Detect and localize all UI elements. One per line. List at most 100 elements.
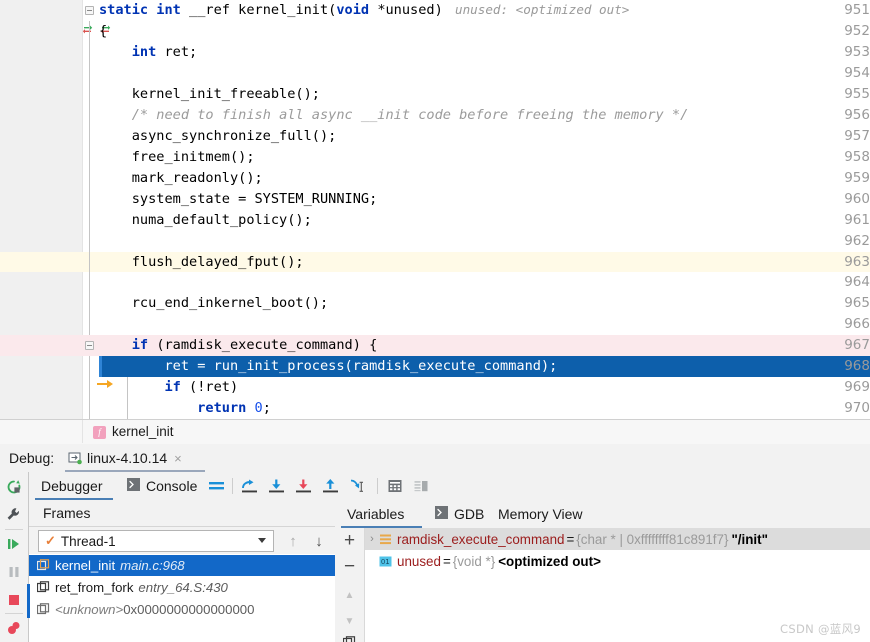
fold-region-line [89,83,90,105]
tab-memory-view[interactable]: Memory View [498,500,583,528]
debug-session-tab[interactable]: linux-4.10.14 × [68,444,182,472]
frame-row-unknown[interactable]: <unknown> 0x0000000000000000 [29,599,335,620]
frame-down-button[interactable]: ↓ [310,531,328,551]
breadcrumb[interactable]: f kernel_init [0,420,870,445]
add-watch-button[interactable]: + [335,528,364,554]
debug-session-name: linux-4.10.14 [87,450,168,466]
frame-row-kernel-init[interactable]: kernel_init main.c:968 [29,555,335,576]
force-step-into-icon[interactable] [293,472,315,500]
layout-settings-icon[interactable] [205,472,227,500]
code-line-952[interactable]: 952 { [0,20,870,42]
thread-dropdown[interactable]: ✓ Thread-1 [38,530,274,552]
line-number: 956 [844,106,870,123]
code-line-968[interactable]: 968 ret = run_init_process(ramdisk_execu… [0,356,870,389]
code-line-955[interactable]: 955 kernel_init_freeable(); [0,83,870,105]
variables-tabstrip[interactable]: Variables GDB Memory View [335,500,870,529]
chevron-right-icon[interactable]: › [365,533,379,545]
code-line-953[interactable]: 953 int ret; [0,41,870,63]
code-text: system_state = SYSTEM_RUNNING; [99,190,378,207]
frames-selection-marker [27,584,30,618]
line-number: 970 [844,400,870,417]
close-icon[interactable]: × [174,451,182,466]
triangle-down-icon: ▼ [344,615,355,627]
variable-name: unused [397,553,441,569]
move-up-button[interactable]: ▲ [335,582,364,608]
view-breakpoints-icon[interactable] [0,614,28,642]
minus-icon: − [343,556,356,577]
debugger-panel: Debugger Console Frames ✓ Thread-1 ↑ ↓ k… [29,472,870,642]
step-into-icon[interactable] [266,472,288,500]
settings-wrench-icon[interactable] [0,501,28,529]
resume-program-icon[interactable] [0,530,28,558]
code-lines[interactable]: 951 static int __ref kernel_init(void *u… [0,0,870,420]
variable-name: ramdisk_execute_command [397,531,565,547]
code-text: mark_readonly(); [99,169,263,186]
pause-program-icon[interactable] [0,558,28,586]
console-icon [127,478,140,494]
plus-icon: + [343,530,356,551]
code-line-956[interactable]: 956 /* need to finish all async __init c… [0,104,870,126]
code-line-963[interactable]: 963 flush_delayed_fput(); [0,251,870,273]
variable-type: {void *} [452,553,496,569]
breadcrumb-item-kernel-init[interactable]: f kernel_init [93,420,174,444]
code-line-954[interactable]: 954 [0,62,870,84]
code-line-967[interactable]: 967 if (ramdisk_execute_command) { [0,335,870,370]
fold-collapse-icon[interactable] [85,6,94,15]
frames-list[interactable]: kernel_init main.c:968 ret_from_fork ent… [29,555,335,642]
code-line-959[interactable]: 959 mark_readonly(); [0,167,870,189]
frame-row-ret-from-fork[interactable]: ret_from_fork entry_64.S:430 [29,577,335,598]
fold-collapse-icon[interactable] [85,341,94,351]
remove-watch-button[interactable]: − [335,554,364,580]
code-line-951[interactable]: 951 static int __ref kernel_init(void *u… [0,0,870,34]
code-line-958[interactable]: 958 free_initmem(); [0,146,870,168]
tab-variables[interactable]: Variables [347,500,404,528]
variable-row-ramdisk-execute-command[interactable]: › ramdisk_execute_command = {char * | 0x… [365,528,870,550]
code-line-969[interactable]: 969 if (!ret) [0,377,870,399]
copy-frame-button[interactable] [335,632,364,642]
fold-region-line [89,272,90,294]
code-editor[interactable]: 951 static int __ref kernel_init(void *u… [0,0,870,420]
variable-value: <optimized out> [498,553,601,569]
code-line-964[interactable]: 964 [0,272,870,294]
code-line-962[interactable]: 962 [0,230,870,252]
frame-location: entry_64.S:430 [138,580,228,595]
variable-row-unused[interactable]: 01 unused = {void *} <optimized out> [365,550,870,572]
svg-text:01: 01 [381,558,390,566]
code-text: if (!ret) [164,379,239,396]
code-line-966[interactable]: 966 [0,314,870,336]
debug-actions-toolbar[interactable] [0,472,29,642]
chevron-down-icon[interactable] [258,538,266,543]
code-line-960[interactable]: 960 system_state = SYSTEM_RUNNING; [0,188,870,210]
thread-selector-row: ✓ Thread-1 ↑ ↓ [29,527,335,554]
frame-name: <unknown> [55,602,124,617]
evaluate-expression-icon[interactable] [384,472,406,500]
stack-frame-icon [36,559,50,572]
code-line-961[interactable]: 961 numa_default_policy(); [0,209,870,231]
debugger-tabstrip[interactable]: Debugger Console [29,472,870,501]
variable-value: "/init" [731,531,768,547]
thread-name-label: Thread-1 [60,533,116,549]
tab-debugger[interactable]: Debugger [41,472,103,500]
code-line-957[interactable]: 957 async_synchronize_full(); [0,125,870,147]
fold-region-line [89,293,90,315]
tab-gdb[interactable]: GDB [435,500,484,528]
show-frames-icon[interactable] [410,472,432,500]
toolbar-divider [377,478,378,494]
move-down-button[interactable]: ▼ [335,608,364,634]
code-line-970[interactable]: 970 return 0; [0,398,870,420]
breadcrumb-label: kernel_init [112,424,174,439]
frame-up-button[interactable]: ↑ [284,531,302,551]
rerun-icon[interactable] [0,473,28,501]
step-over-icon[interactable] [239,472,261,500]
step-out-icon[interactable] [320,472,342,500]
code-line-965[interactable]: 965 rcu_end_inkernel_boot(); [0,293,870,315]
fold-region-line [89,125,90,147]
line-number: 954 [844,64,870,81]
tab-console[interactable]: Console [127,472,197,500]
stop-icon[interactable] [0,586,28,614]
run-to-cursor-icon[interactable] [347,472,369,500]
variables-gutter[interactable]: + − ▲ ▼ [335,528,365,642]
arrow-down-icon: ↓ [315,532,323,550]
stack-frame-icon [36,581,50,594]
gdb-console-icon [435,506,448,522]
